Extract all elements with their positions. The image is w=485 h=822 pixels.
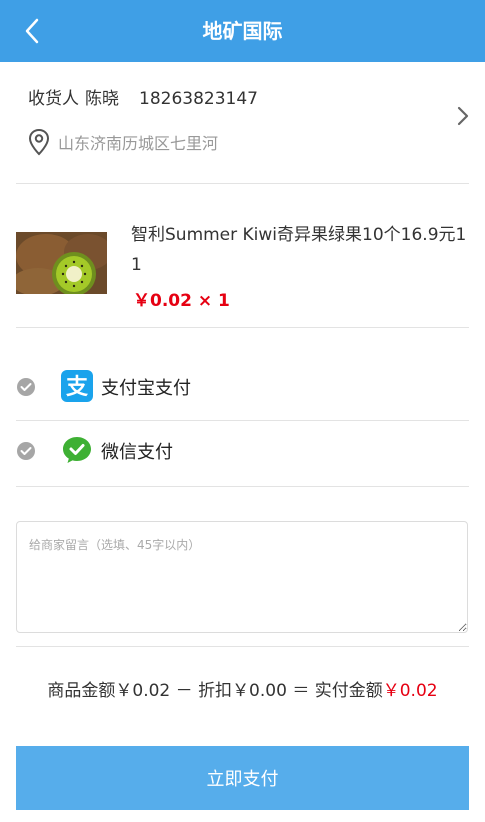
receiver-name: 陈晓: [85, 89, 119, 109]
address-text: 山东济南历城区七里河: [58, 134, 219, 153]
payment-option-alipay[interactable]: 支 支付宝支付: [0, 354, 485, 420]
wechat-icon: [63, 437, 91, 463]
total-amount-label: 实付金额: [314, 681, 383, 701]
receiver-label: 收货人: [28, 89, 79, 109]
chevron-right-icon: [457, 106, 469, 126]
message-to-seller-input[interactable]: [16, 521, 468, 633]
address-row: 山东济南历城区七里河: [28, 128, 218, 156]
minus-sign: －: [175, 681, 193, 701]
product-price: ￥0.02 × 1: [133, 291, 230, 311]
check-circle-icon[interactable]: [17, 442, 35, 460]
product-item: 智利Summer Kiwi奇异果绿果10个16.9元11 ￥0.02 × 1: [0, 184, 485, 327]
pay-now-button[interactable]: 立即支付: [16, 746, 469, 810]
price-summary: 商品金额￥0.02 － 折扣￥0.00 ＝ 实付金额￥0.02: [0, 676, 485, 701]
payment-label: 微信支付: [101, 442, 173, 463]
total-amount-value: ￥0.02: [382, 681, 438, 701]
goods-amount-value: ￥0.02: [115, 681, 171, 701]
goods-amount-label: 商品金额: [47, 681, 116, 701]
shipping-address[interactable]: 收货人 陈晓 18263823147 山东济南历城区七里河: [0, 62, 485, 183]
page-title: 地矿国际: [202, 19, 283, 43]
location-pin-icon: [28, 128, 50, 156]
product-image: [16, 232, 107, 294]
discount-label: 折扣: [198, 681, 233, 701]
product-name: 智利Summer Kiwi奇异果绿果10个16.9元11: [131, 225, 467, 275]
divider: [16, 646, 469, 647]
check-circle-icon[interactable]: [17, 378, 35, 396]
payment-label: 支付宝支付: [101, 378, 191, 399]
top-navigation-bar: 地矿国际: [0, 0, 485, 62]
alipay-icon: 支: [61, 370, 93, 402]
payment-option-wechat[interactable]: 微信支付: [0, 418, 485, 484]
discount-value: ￥0.00: [232, 681, 287, 701]
receiver-phone: 18263823147: [139, 89, 258, 109]
divider: [16, 327, 469, 328]
svg-text:支: 支: [66, 375, 89, 400]
equals-sign: ＝: [292, 681, 310, 701]
receiver-row: 收货人 陈晓 18263823147: [28, 84, 264, 109]
divider: [16, 486, 469, 487]
